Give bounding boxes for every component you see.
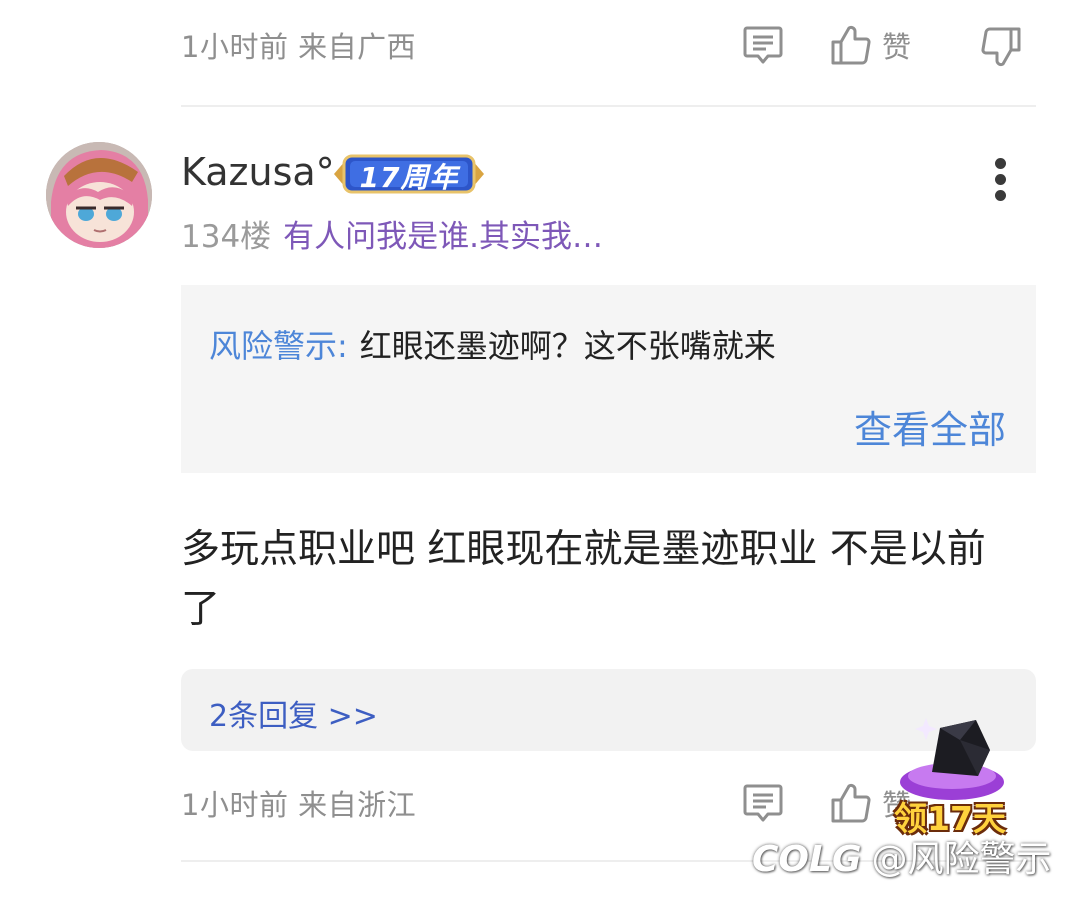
comment-body-line: 多玩点职业吧 红眼现在就是墨迹职业 不是以前 — [181, 527, 986, 572]
more-dot — [995, 190, 1006, 201]
quote-line: 风险警示: 红眼还墨迹啊？这不张嘴就来 — [209, 321, 776, 367]
badge-label: 17周年 — [359, 161, 459, 194]
quote-text: 红眼还墨迹啊？这不张嘴就来 — [359, 327, 776, 365]
comment-timestamp-location: 1小时前 来自广西 — [181, 30, 417, 64]
comment-timestamp-location: 1小时前 来自浙江 — [181, 788, 417, 822]
view-all-link[interactable]: 查看全部 — [854, 399, 1006, 454]
floor-number: 134楼 — [181, 219, 272, 255]
user-signature: 有人问我是谁.其实我… — [283, 219, 604, 255]
thumbs-up-icon — [831, 783, 871, 823]
reply-button[interactable] — [742, 24, 784, 66]
anniversary-badge: 17周年 — [332, 152, 486, 196]
dislike-button[interactable] — [980, 26, 1022, 68]
floor-line: 134楼 有人问我是谁.其实我… — [181, 211, 603, 256]
reply-button[interactable] — [742, 782, 784, 824]
avatar-image — [46, 142, 152, 248]
watermark-text: @风险警示 — [871, 839, 1052, 880]
more-vertical-icon — [995, 158, 1006, 169]
username[interactable]: Kazusa° — [181, 150, 335, 194]
like-label: 赞 — [882, 30, 912, 64]
thumbs-up-icon — [831, 25, 871, 65]
comment-body: 多玩点职业吧 红眼现在就是墨迹职业 不是以前 了 — [181, 520, 1031, 640]
view-replies-link[interactable]: 2条回复 >> — [209, 691, 378, 735]
like-button[interactable]: 赞 — [830, 24, 911, 66]
watermark-logo: COLG — [752, 839, 862, 880]
thumbs-down-icon — [981, 27, 1021, 67]
quote-author[interactable]: 风险警示: — [209, 321, 348, 367]
quoted-comment[interactable]: 风险警示: 红眼还墨迹啊？这不张嘴就来 查看全部 — [181, 285, 1036, 473]
comment-body-line: 了 — [181, 587, 221, 632]
watermark: COLG @风险警示 — [752, 830, 1052, 882]
comment-divider — [181, 105, 1036, 107]
comment-icon — [743, 784, 783, 822]
avatar[interactable] — [46, 142, 152, 248]
comment-icon — [743, 26, 783, 64]
promo-widget[interactable]: 领17天 — [890, 710, 1025, 840]
more-options-button[interactable] — [995, 153, 1006, 206]
more-dot — [995, 174, 1006, 185]
